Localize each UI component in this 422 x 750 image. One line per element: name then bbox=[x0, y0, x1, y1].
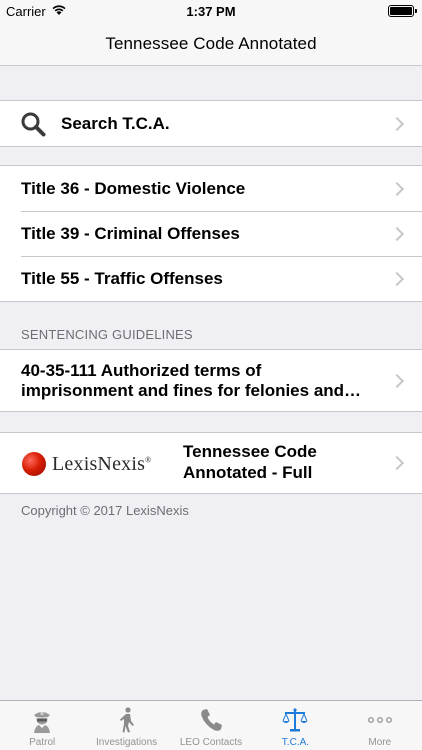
title-label: Title 36 - Domestic Violence bbox=[21, 178, 246, 198]
battery-icon bbox=[388, 5, 417, 17]
title-row-39[interactable]: Title 39 - Criminal Offenses bbox=[0, 211, 422, 256]
title-row-55[interactable]: Title 55 - Traffic Offenses bbox=[0, 256, 422, 301]
walking-person-icon bbox=[119, 707, 134, 733]
tab-label: LEO Contacts bbox=[179, 737, 243, 748]
tab-tca[interactable]: T.C.A. bbox=[253, 701, 337, 750]
police-officer-icon bbox=[34, 712, 51, 733]
section-header-sentencing: SENTENCING GUIDELINES bbox=[21, 327, 193, 342]
title-label: Title 55 - Traffic Offenses bbox=[21, 268, 223, 288]
lexisnexis-wordmark: LexisNexis® bbox=[52, 452, 152, 475]
chevron-right-icon bbox=[389, 226, 405, 241]
sentencing-line-1: 40-35-111 Authorized terms of bbox=[21, 360, 262, 380]
chevron-right-icon bbox=[389, 271, 405, 286]
lexis-group: LexisNexis® Tennessee Code Annotated - F… bbox=[0, 432, 422, 494]
phone-icon bbox=[201, 709, 223, 731]
lexis-title-line-2: Annotated - Full bbox=[183, 463, 313, 482]
search-group: Search T.C.A. bbox=[0, 100, 422, 147]
chevron-right-icon bbox=[389, 181, 405, 196]
chevron-right-icon bbox=[389, 116, 405, 131]
title-label: Title 39 - Criminal Offenses bbox=[21, 223, 240, 243]
lexis-full-code-row[interactable]: LexisNexis® Tennessee Code Annotated - F… bbox=[0, 433, 422, 493]
sentencing-item-text: 40-35-111 Authorized terms of imprisonme… bbox=[21, 361, 381, 401]
lexisnexis-logo-icon bbox=[22, 452, 46, 476]
search-row[interactable]: Search T.C.A. bbox=[0, 101, 422, 146]
titles-group: Title 36 - Domestic Violence Title 39 - … bbox=[0, 165, 422, 302]
lexis-title: Tennessee Code Annotated - Full bbox=[183, 441, 317, 483]
tab-label: T.C.A. bbox=[281, 737, 310, 748]
title-row-36[interactable]: Title 36 - Domestic Violence bbox=[0, 166, 422, 211]
tab-label: Investigations bbox=[96, 737, 158, 748]
lexis-title-line-1: Tennessee Code bbox=[183, 442, 317, 461]
tab-label: More bbox=[368, 737, 392, 748]
sentencing-row[interactable]: 40-35-111 Authorized terms of imprisonme… bbox=[0, 350, 422, 411]
more-dots-icon bbox=[367, 717, 392, 723]
status-bar: Carrier 1:37 PM bbox=[0, 0, 422, 22]
page-title: Tennessee Code Annotated bbox=[105, 34, 317, 53]
tab-patrol[interactable]: Patrol bbox=[0, 701, 84, 750]
lexisnexis-logo: LexisNexis® bbox=[22, 451, 151, 477]
tab-bar: Patrol Investigations LEO Contacts T.C.A… bbox=[0, 700, 422, 750]
tab-leo-contacts[interactable]: LEO Contacts bbox=[169, 701, 253, 750]
scales-of-justice-icon bbox=[282, 708, 308, 732]
tab-investigations[interactable]: Investigations bbox=[84, 701, 168, 750]
copyright-text: Copyright © 2017 LexisNexis bbox=[21, 503, 189, 518]
search-icon bbox=[21, 112, 46, 137]
tab-more[interactable]: More bbox=[338, 701, 422, 750]
chevron-right-icon bbox=[389, 455, 405, 471]
navigation-bar: Tennessee Code Annotated bbox=[0, 22, 422, 66]
chevron-right-icon bbox=[389, 373, 405, 388]
search-label: Search T.C.A. bbox=[61, 113, 170, 133]
sentencing-line-2: imprisonment and fines for felonies and… bbox=[21, 380, 362, 400]
clock: 1:37 PM bbox=[186, 4, 236, 19]
sentencing-group: 40-35-111 Authorized terms of imprisonme… bbox=[0, 349, 422, 412]
tab-label: Patrol bbox=[29, 737, 56, 748]
